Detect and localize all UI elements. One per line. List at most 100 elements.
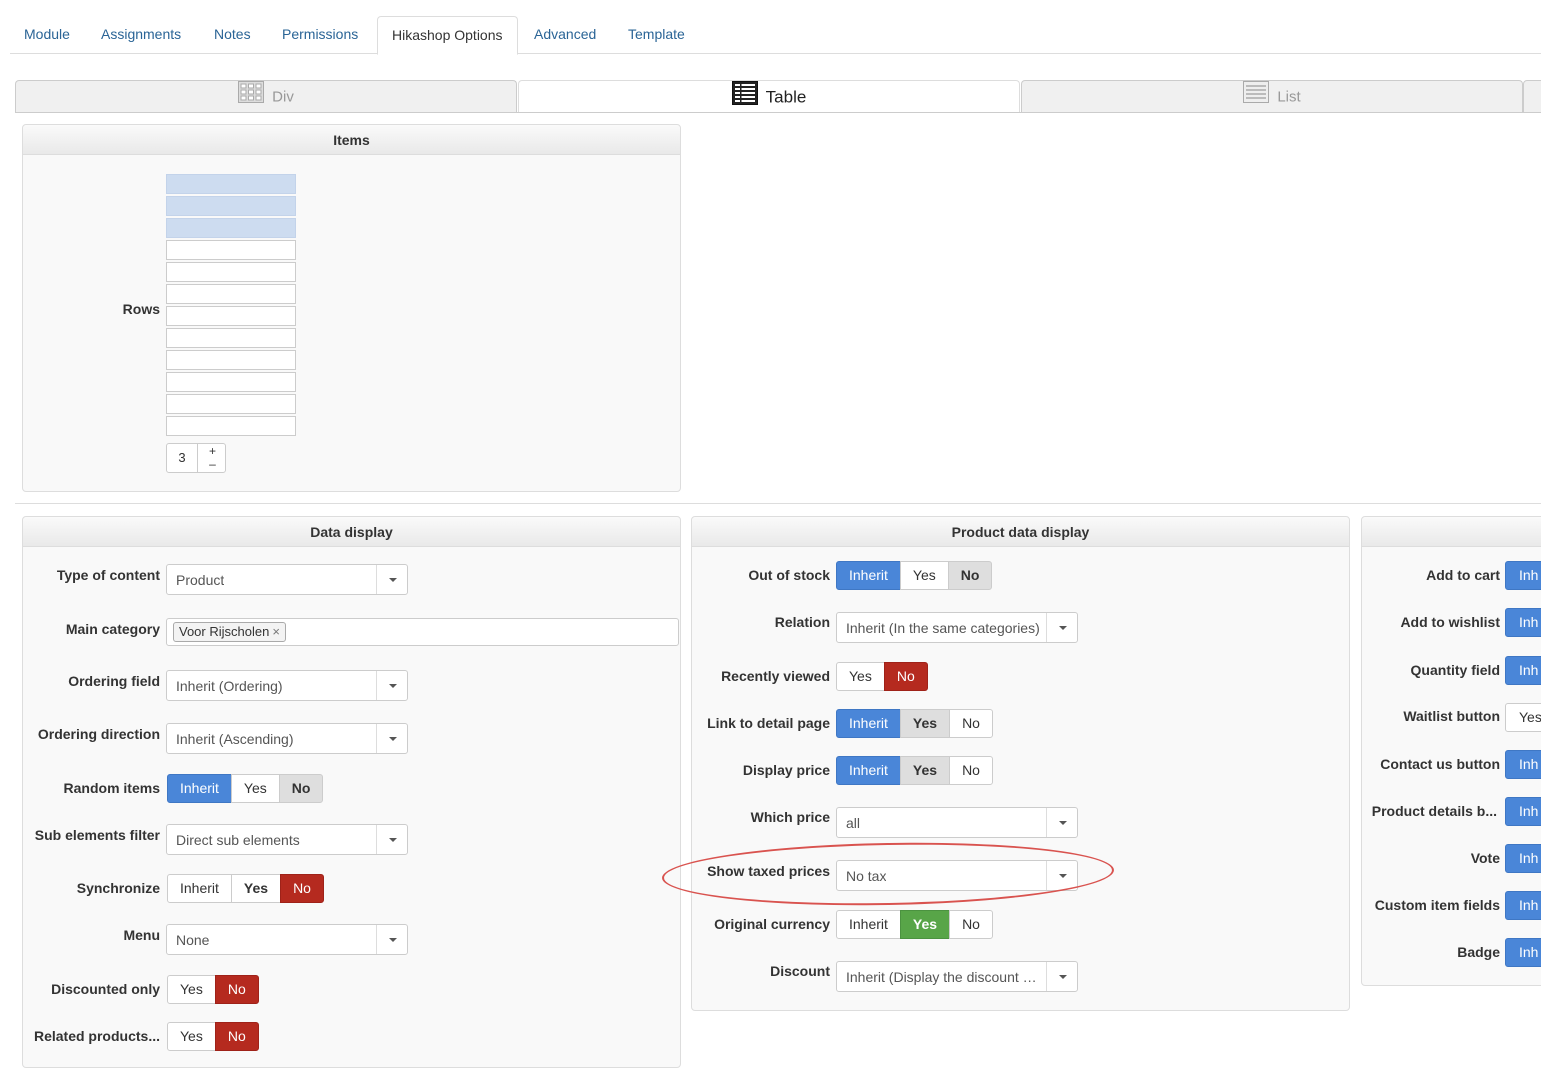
random-items-inherit[interactable]: Inherit xyxy=(167,774,232,803)
relation-select[interactable]: Inherit (In the same categories) xyxy=(836,612,1078,643)
tab-permissions[interactable]: Permissions xyxy=(268,16,372,54)
rows-value[interactable]: 3 xyxy=(167,444,197,472)
display-price-no[interactable]: No xyxy=(949,756,993,785)
vote-inherit[interactable]: Inh xyxy=(1505,844,1541,873)
tab-module[interactable]: Module xyxy=(10,16,84,54)
row-cell[interactable] xyxy=(166,416,296,436)
select-value: Product xyxy=(176,572,225,588)
out-of-stock-no[interactable]: No xyxy=(947,561,993,590)
which-price-select[interactable]: all xyxy=(836,807,1078,838)
layout-tab-label: Div xyxy=(272,88,294,106)
waitlist-button-yes[interactable]: Yes xyxy=(1505,703,1541,732)
row-cell[interactable] xyxy=(166,372,296,392)
stepper-buttons: + – xyxy=(197,444,226,472)
row-cell[interactable] xyxy=(166,196,296,216)
row-cell[interactable] xyxy=(166,240,296,260)
decrement-button[interactable]: – xyxy=(198,457,227,471)
row-cell[interactable] xyxy=(166,262,296,282)
sub-elements-filter-select[interactable]: Direct sub elements xyxy=(166,824,408,855)
link-to-detail-no[interactable]: No xyxy=(949,709,993,738)
recently-viewed-yes[interactable]: Yes xyxy=(836,662,885,691)
link-to-detail-inherit[interactable]: Inherit xyxy=(836,709,901,738)
layout-tab-table[interactable]: Table xyxy=(518,80,1020,113)
badge-label: Badge xyxy=(1457,944,1500,960)
module-tabs: Module Assignments Notes Permissions Hik… xyxy=(10,16,1541,55)
discount-select[interactable]: Inherit (Display the discount … xyxy=(836,961,1078,992)
row-cell[interactable] xyxy=(166,350,296,370)
related-products-yes[interactable]: Yes xyxy=(167,1022,216,1051)
waitlist-button-label: Waitlist button xyxy=(1403,708,1500,724)
layout-tab-more[interactable] xyxy=(1523,80,1541,113)
original-currency-yes[interactable]: Yes xyxy=(899,910,951,939)
contact-us-button-inherit[interactable]: Inh xyxy=(1505,750,1541,779)
random-items-yes[interactable]: Yes xyxy=(230,774,280,803)
rows-stepper: 3 + – xyxy=(166,443,226,473)
tab-template[interactable]: Template xyxy=(614,16,699,54)
ordering-direction-select[interactable]: Inherit (Ascending) xyxy=(166,723,408,754)
select-value: Inherit (Display the discount … xyxy=(846,969,1037,985)
rows-label: Rows xyxy=(122,301,160,317)
link-to-detail-label: Link to detail page xyxy=(707,715,830,731)
row-cell[interactable] xyxy=(166,218,296,238)
layout-tab-div[interactable]: Div xyxy=(15,80,517,113)
menu-select[interactable]: None xyxy=(166,924,408,955)
discounted-only-label: Discounted only xyxy=(51,981,160,997)
quantity-field-inherit[interactable]: Inh xyxy=(1505,656,1541,685)
synchronize-no[interactable]: No xyxy=(280,874,324,903)
tab-advanced[interactable]: Advanced xyxy=(520,16,610,54)
which-price-label: Which price xyxy=(750,809,830,825)
product-data-display-title: Product data display xyxy=(692,517,1349,547)
related-products-label: Related products... xyxy=(33,1028,160,1044)
add-to-cart-inherit[interactable]: Inh xyxy=(1505,561,1541,590)
main-category-input[interactable]: Voor Rijscholen × xyxy=(166,618,679,646)
select-value: Direct sub elements xyxy=(176,832,300,848)
synchronize-label: Synchronize xyxy=(76,880,160,896)
table-icon xyxy=(731,81,758,115)
chevron-down-icon xyxy=(376,925,407,954)
type-of-content-select[interactable]: Product xyxy=(166,564,408,595)
synchronize-yes[interactable]: Yes xyxy=(230,874,282,903)
row-cell[interactable] xyxy=(166,328,296,348)
original-currency-label: Original currency xyxy=(714,916,830,932)
increment-button[interactable]: + xyxy=(198,444,227,458)
tab-hikashop-options[interactable]: Hikashop Options xyxy=(377,16,518,55)
ordering-field-select[interactable]: Inherit (Ordering) xyxy=(166,670,408,701)
synchronize-inherit[interactable]: Inherit xyxy=(167,874,232,903)
row-cell[interactable] xyxy=(166,306,296,326)
out-of-stock-yes[interactable]: Yes xyxy=(899,561,949,590)
out-of-stock-inherit[interactable]: Inherit xyxy=(836,561,901,590)
discounted-only-yes[interactable]: Yes xyxy=(167,975,216,1004)
random-items-no[interactable]: No xyxy=(278,774,324,803)
row-cell[interactable] xyxy=(166,394,296,414)
random-items-label: Random items xyxy=(63,780,160,796)
chevron-down-icon xyxy=(1046,613,1077,642)
layout-tab-label: Table xyxy=(765,87,807,107)
row-cell[interactable] xyxy=(166,174,296,194)
tab-border xyxy=(15,112,1541,113)
original-currency-inherit[interactable]: Inherit xyxy=(836,910,901,939)
display-price-yes[interactable]: Yes xyxy=(899,756,951,785)
row-cell[interactable] xyxy=(166,284,296,304)
recently-viewed-no[interactable]: No xyxy=(883,662,928,691)
badge-inherit[interactable]: Inh xyxy=(1505,938,1541,967)
related-products-no[interactable]: No xyxy=(214,1022,259,1051)
custom-item-fields-inherit[interactable]: Inh xyxy=(1505,891,1541,920)
list-icon xyxy=(1243,81,1270,114)
discounted-only-no[interactable]: No xyxy=(214,975,259,1004)
add-to-wishlist-inherit[interactable]: Inh xyxy=(1505,608,1541,637)
discount-label: Discount xyxy=(770,963,830,979)
product-details-inherit[interactable]: Inh xyxy=(1505,797,1541,826)
relation-label: Relation xyxy=(774,614,830,630)
link-to-detail-yes[interactable]: Yes xyxy=(899,709,951,738)
display-price-inherit[interactable]: Inherit xyxy=(836,756,901,785)
layout-tab-list[interactable]: List xyxy=(1021,80,1523,113)
grid-icon xyxy=(238,81,265,114)
random-items-toggle: Inherit Yes No xyxy=(167,774,324,803)
category-tag: Voor Rijscholen × xyxy=(173,622,286,642)
related-products-toggle: Yes No xyxy=(167,1022,259,1051)
tab-assignments[interactable]: Assignments xyxy=(87,16,195,54)
original-currency-no[interactable]: No xyxy=(949,910,993,939)
out-of-stock-label: Out of stock xyxy=(748,567,830,583)
tab-notes[interactable]: Notes xyxy=(200,16,265,54)
remove-tag-icon[interactable]: × xyxy=(272,624,280,639)
